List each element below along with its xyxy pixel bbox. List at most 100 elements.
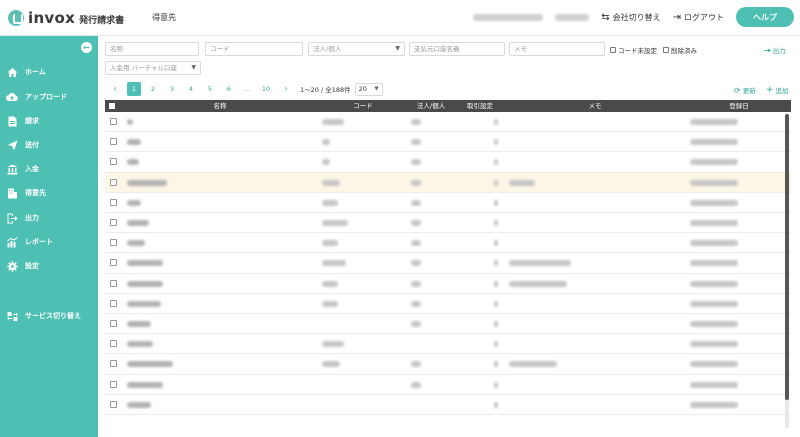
row-checkbox[interactable]	[110, 380, 117, 388]
help-button[interactable]: ヘルプ	[736, 7, 794, 27]
table-row[interactable]	[105, 112, 791, 133]
cell-type-redacted	[411, 119, 421, 125]
table-row[interactable]	[105, 375, 791, 395]
next-page-icon[interactable]: ›	[279, 82, 293, 96]
export-button[interactable]: ⇥ 出力	[764, 45, 786, 56]
row-checkbox[interactable]	[110, 198, 117, 206]
row-checkbox[interactable]	[110, 299, 117, 307]
table-row[interactable]	[105, 152, 791, 173]
code-unset-checkbox[interactable]: コード未設定	[610, 45, 657, 55]
row-checkbox[interactable]	[110, 178, 117, 186]
name-filter-placeholder: 名称	[110, 45, 123, 53]
table-row[interactable]	[105, 334, 791, 355]
chevron-down-icon: ▼	[395, 45, 400, 52]
prev-page-icon[interactable]: ‹	[108, 82, 122, 96]
table-row[interactable]	[105, 233, 791, 254]
deleted-checkbox[interactable]: 削除済み	[663, 45, 697, 55]
table-row[interactable]	[105, 354, 791, 375]
page-3[interactable]: 3	[165, 82, 179, 96]
type-filter-select[interactable]: 法人/個人 ▼	[308, 42, 405, 56]
main-content: 名称 コード 法人/個人 ▼ 支払元口座名義 メモ コード未設定 削除済み ⇥ …	[98, 36, 800, 437]
row-checkbox[interactable]	[110, 259, 117, 267]
cell-type-redacted	[411, 381, 421, 388]
name-filter-input[interactable]: 名称	[105, 42, 199, 56]
sidebar-item-home[interactable]: ホーム	[0, 64, 98, 80]
customer-table: 名称 コード 法人/個人 取引設定 メモ 登録日	[105, 100, 791, 437]
table-row[interactable]	[105, 213, 791, 234]
page-4[interactable]: 4	[184, 82, 198, 96]
collapse-sidebar-icon[interactable]: ←	[81, 42, 92, 53]
sidebar-item-invoice[interactable]: 請求	[0, 113, 98, 129]
cell-name-redacted	[127, 300, 161, 307]
sidebar: ← ホーム アップロード 請求 送付 入金 得意先 出力 レポート 設定 サービ…	[0, 36, 98, 437]
table-row[interactable]	[105, 253, 791, 274]
cell-memo-redacted	[509, 179, 535, 186]
column-header-registered-date[interactable]: 登録日	[709, 100, 769, 112]
row-checkbox[interactable]	[110, 219, 117, 226]
cell-date-redacted	[690, 401, 738, 408]
column-header-deal-setting[interactable]: 取引設定	[457, 100, 503, 112]
page-1[interactable]: 1	[127, 82, 141, 96]
table-row[interactable]	[105, 274, 791, 294]
table-row[interactable]	[105, 193, 791, 213]
table-scrollbar[interactable]	[785, 114, 789, 428]
add-button[interactable]: + 追加	[766, 85, 789, 95]
sidebar-item-service-switch[interactable]: サービス切り替え	[0, 308, 98, 324]
code-filter-input[interactable]: コード	[205, 42, 303, 56]
cell-name-redacted	[127, 321, 151, 327]
app-logo[interactable]: invox 発行請求書	[8, 9, 124, 27]
column-header-name[interactable]: 名称	[165, 100, 275, 112]
column-header-type[interactable]: 法人/個人	[408, 100, 454, 112]
per-page-select[interactable]: 20 ▼	[354, 82, 383, 96]
cell-code-redacted	[322, 300, 338, 307]
cell-deal-setting-redacted	[494, 159, 498, 166]
table-row[interactable]	[105, 314, 791, 335]
row-checkbox[interactable]	[110, 340, 117, 348]
row-checkbox[interactable]	[110, 320, 117, 327]
sidebar-item-send[interactable]: 送付	[0, 137, 98, 153]
row-checkbox[interactable]	[110, 239, 117, 247]
brand-name: invox	[28, 8, 76, 27]
row-checkbox[interactable]	[110, 138, 117, 146]
column-header-memo[interactable]: メモ	[565, 100, 625, 112]
row-checkbox[interactable]	[110, 400, 117, 408]
sidebar-item-label: 設定	[25, 262, 39, 270]
column-header-code[interactable]: コード	[330, 100, 396, 112]
page-6[interactable]: 6	[222, 82, 236, 96]
select-all-checkbox[interactable]	[109, 103, 115, 109]
cell-name-redacted	[127, 280, 163, 287]
virtual-account-select[interactable]: 入金用 バーチャル口座 ▼	[105, 61, 201, 75]
table-row[interactable]	[105, 172, 791, 193]
brand-subtitle: 発行請求書	[79, 15, 125, 26]
cell-date-redacted	[690, 240, 738, 247]
sidebar-item-settings[interactable]: 設定	[0, 258, 98, 274]
row-checkbox[interactable]	[110, 279, 117, 287]
bank-icon	[6, 163, 18, 175]
scrollbar-thumb[interactable]	[785, 114, 789, 400]
sidebar-item-upload[interactable]: アップロード	[0, 89, 98, 105]
sidebar-item-customers[interactable]: 得意先	[0, 185, 98, 201]
table-row[interactable]	[105, 132, 791, 153]
row-checkbox[interactable]	[110, 158, 117, 166]
cell-date-redacted	[690, 280, 738, 287]
cell-date-redacted	[690, 220, 738, 226]
refresh-button[interactable]: ⟳ 更新	[734, 85, 756, 96]
company-switch-link[interactable]: ⇆ 会社切り替え	[601, 12, 660, 23]
export-icon	[6, 212, 18, 224]
page-2[interactable]: 2	[146, 82, 160, 96]
table-row[interactable]	[105, 294, 791, 314]
table-row[interactable]	[105, 395, 791, 415]
sidebar-item-export[interactable]: 出力	[0, 210, 98, 226]
cell-date-redacted	[690, 260, 738, 267]
refresh-icon: ⟳	[734, 85, 741, 95]
page-5[interactable]: 5	[203, 82, 217, 96]
page-10[interactable]: 10	[258, 82, 274, 96]
memo-filter-input[interactable]: メモ	[509, 42, 605, 56]
sidebar-item-report[interactable]: レポート	[0, 234, 98, 250]
sidebar-item-payment[interactable]: 入金	[0, 161, 98, 177]
payer-filter-input[interactable]: 支払元口座名義	[409, 42, 505, 56]
add-label: 追加	[775, 87, 789, 95]
row-checkbox[interactable]	[110, 360, 117, 368]
logout-link[interactable]: ⇥ ログアウト	[673, 12, 724, 23]
row-checkbox[interactable]	[110, 118, 117, 125]
